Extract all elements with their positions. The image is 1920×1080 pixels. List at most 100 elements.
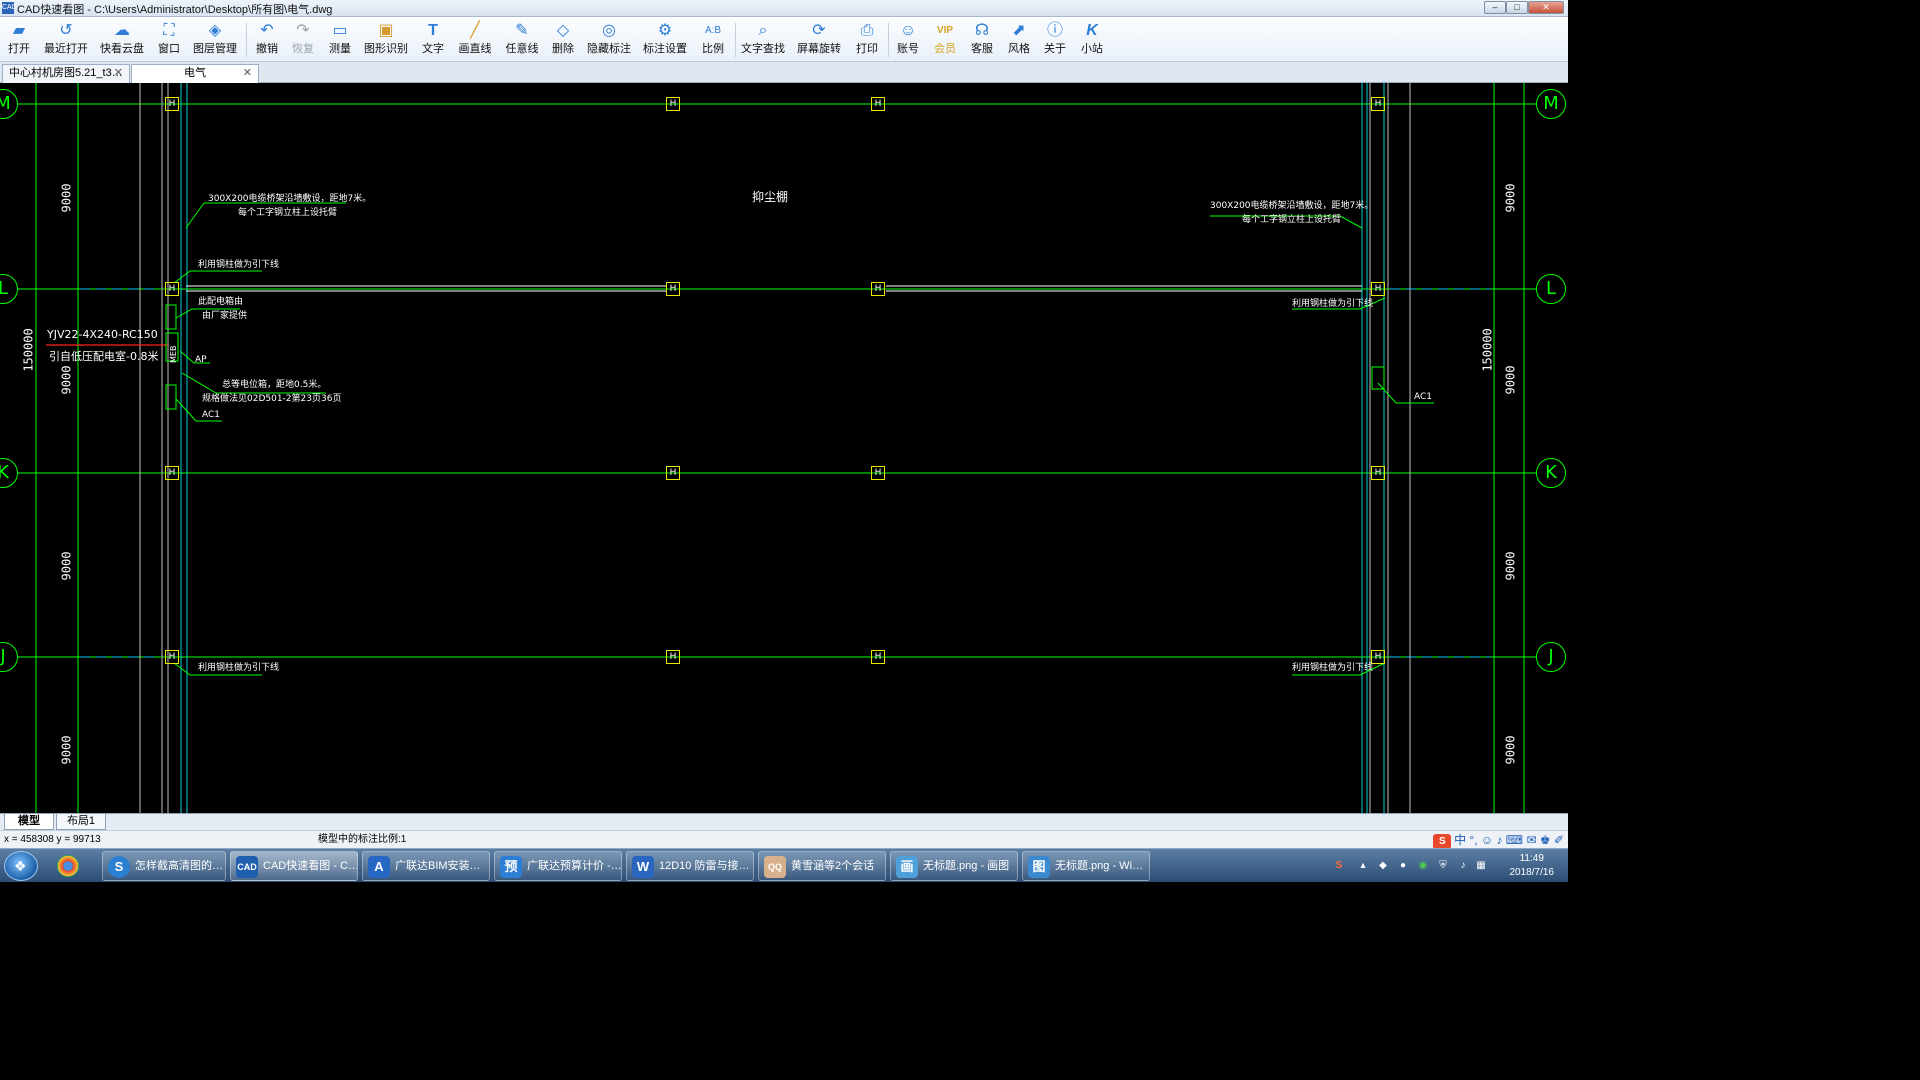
chinese-mode-icon[interactable]: 中 °, ☺ ♪ ⌨ ✉ ♚ ✐ — [1454, 833, 1564, 847]
column-mark: H — [871, 650, 885, 664]
taskbar-item-paint[interactable]: 画无标题.png - 画图 — [890, 851, 1018, 881]
status-bar: x = 458308 y = 99713 模型中的标注比例:1 S 中 °, ☺… — [0, 830, 1568, 850]
undo-button[interactable]: ↶ 撤销 — [252, 20, 282, 60]
dimension-total-text: 150000 — [1480, 328, 1495, 372]
dimension-text: 9000 — [1503, 183, 1518, 213]
maximize-button[interactable]: □ — [1506, 1, 1528, 14]
taskbar-clock[interactable]: 11:49 2018/7/16 — [1510, 852, 1555, 880]
cable-tray-note: 每个工字钢立柱上设托臂 — [1242, 215, 1342, 225]
taskbar-item-screenshot-browser[interactable]: S 怎样截高清图的… — [102, 851, 226, 881]
draw-line-button[interactable]: ╱ 画直线 — [456, 20, 494, 60]
ap-label: AP — [195, 355, 207, 365]
delete-button[interactable]: ◇ 删除 — [548, 20, 578, 60]
distribution-box-note: 由厂家提供 — [202, 311, 248, 321]
annotation-settings-button[interactable]: ⚙ 标注设置 — [642, 20, 688, 60]
word-icon: W — [632, 856, 654, 878]
pinned-chrome[interactable] — [48, 851, 88, 881]
hide-annotations-button[interactable]: ◎ 隐藏标注 — [586, 20, 632, 60]
down-conductor-note: 利用钢柱做为引下线 — [1292, 663, 1374, 673]
clock-date: 2018/7/16 — [1509, 867, 1555, 878]
style-button[interactable]: ⬈ 风格 — [1004, 20, 1034, 60]
recent-open-button[interactable]: ↺ 最近打开 — [42, 20, 90, 60]
show-hidden-icons-icon[interactable]: ▴ — [1356, 859, 1370, 873]
dimension-total-text: 150000 — [21, 328, 36, 372]
meb-label: MEB — [169, 345, 178, 363]
sogou-tray-icon[interactable]: S — [1332, 859, 1346, 873]
taskbar-item-glodon-pricing[interactable]: 预广联达预算计价 -… — [494, 851, 622, 881]
minimize-button[interactable]: – — [1484, 1, 1506, 14]
taskbar-item-glodon-bim[interactable]: A 广联达BIM安装… — [362, 851, 490, 881]
taskbar-item-word-doc[interactable]: W 12D10 防雷与接… — [626, 851, 754, 881]
cable-tray-note: 300X200电缆桥架沿墙敷设，距地7米。 — [208, 194, 372, 204]
taskbar-item-photo-viewer[interactable]: 图无标题.png - Wi… — [1022, 851, 1150, 881]
tab-label: 电气 — [184, 67, 206, 79]
account-button[interactable]: ☺ 账号 — [893, 20, 923, 60]
open-button[interactable]: ▰ 打开 — [4, 20, 34, 60]
redo-icon: ↷ — [296, 22, 310, 39]
cable-tray-note: 每个工字钢立柱上设托臂 — [238, 208, 338, 218]
shape-recognize-button[interactable]: ▣ 图形识别 — [363, 20, 409, 60]
mini-site-button[interactable]: K 小站 — [1077, 20, 1107, 60]
volume-icon[interactable]: ♪ — [1456, 859, 1470, 873]
meb-note: 总等电位箱，距地0.5米。 — [222, 380, 327, 390]
qq-tray-icon[interactable]: ● — [1396, 859, 1410, 873]
layers-icon: ◈ — [208, 22, 222, 39]
tab-machine-room[interactable]: 中心村机房图5.21_t3… ✕ — [2, 64, 130, 83]
text-search-icon: ⌕ — [758, 22, 768, 39]
screen-rotate-button[interactable]: ⟳ 屏幕旋转 — [796, 20, 842, 60]
ime-toolbar[interactable]: S 中 °, ☺ ♪ ⌨ ✉ ♚ ✐ — [1433, 832, 1564, 850]
about-button[interactable]: ⓘ 关于 — [1040, 20, 1070, 60]
measure-button[interactable]: ▭ 测量 — [325, 20, 355, 60]
close-button[interactable]: ✕ — [1528, 1, 1564, 14]
toolbar-separator — [246, 23, 247, 57]
text-button[interactable]: T 文字 — [418, 20, 448, 60]
text-search-button[interactable]: ⌕ 文字查找 — [740, 20, 786, 60]
taskbar-item-cad-viewer[interactable]: CAD CAD快速看图 - C… — [230, 851, 358, 881]
cloud-drive-button[interactable]: ☁ 快看云盘 — [98, 20, 146, 60]
security-tray-icon[interactable]: ⛨ — [1436, 859, 1450, 873]
info-icon: ⓘ — [1046, 22, 1063, 39]
column-mark: H — [165, 466, 179, 480]
customer-service-button[interactable]: ☊ 客服 — [967, 20, 997, 60]
glodon-bim-icon: A — [368, 856, 390, 878]
eraser-icon: ◇ — [556, 22, 570, 39]
cursor-coordinates: x = 458308 y = 99713 — [4, 834, 101, 845]
tab-layout1[interactable]: 布局1 — [56, 814, 106, 830]
vip-button[interactable]: VIP 会员 — [930, 20, 960, 60]
close-icon[interactable]: ✕ — [243, 65, 252, 82]
cloud-icon: ☁ — [114, 22, 130, 39]
close-icon[interactable]: ✕ — [114, 65, 123, 82]
tray-app-icon[interactable]: ◆ — [1376, 859, 1390, 873]
scale-button[interactable]: A:B 比例 — [698, 20, 728, 60]
column-mark: H — [165, 97, 179, 111]
annotation-scale: 模型中的标注比例:1 — [318, 834, 407, 845]
window-button[interactable]: ⛶ 窗口 — [154, 20, 184, 60]
column-mark: H — [1371, 97, 1385, 111]
column-mark: H — [165, 282, 179, 296]
meb-spec-note: 规格做法见02D501-2第23页36页 — [202, 394, 342, 404]
ruler-icon: ▭ — [332, 22, 348, 39]
dimension-text: 9000 — [1503, 735, 1518, 765]
freehand-line-button[interactable]: ✎ 任意线 — [503, 20, 541, 60]
network-icon[interactable]: ▦ — [1474, 859, 1488, 873]
windows-logo-icon: ❖ — [14, 858, 27, 874]
dimension-text: 9000 — [1503, 365, 1518, 395]
main-toolbar: ▰ 打开 ↺ 最近打开 ☁ 快看云盘 ⛶ 窗口 ◈ 图层管理 ↶ 撤销 ↷ 恢复 ▭ 测量 ▣ 图… — [0, 17, 1568, 62]
window-frame-icon: ⛶ — [163, 22, 175, 39]
start-button[interactable]: ❖ — [4, 851, 38, 881]
tab-electrical[interactable]: 电气 ✕ — [131, 64, 259, 83]
column-mark: H — [165, 650, 179, 664]
layer-manager-button[interactable]: ◈ 图层管理 — [192, 20, 238, 60]
tab-model[interactable]: 模型 — [4, 814, 54, 830]
down-conductor-note: 利用钢柱做为引下线 — [198, 260, 280, 270]
redo-button[interactable]: ↷ 恢复 — [288, 20, 318, 60]
ac1-label: AC1 — [202, 410, 221, 420]
window-title: CAD快速看图 - C:\Users\Administrator\Desktop… — [17, 4, 333, 16]
drawing-canvas[interactable]: M L K J M L K J 9000 9000 9000 9000 1500… — [0, 83, 1568, 813]
print-button[interactable]: ⎙ 打印 — [852, 20, 882, 60]
layout-tab-bar: 模型 布局1 — [0, 813, 1568, 830]
taskbar-item-qq-chat[interactable]: QQ 黄雪涵等2个会话 — [758, 851, 886, 881]
grid-bubble-m-right: M — [1536, 89, 1566, 119]
down-conductor-note: 利用钢柱做为引下线 — [1292, 299, 1374, 309]
wechat-tray-icon[interactable]: ◉ — [1416, 859, 1430, 873]
